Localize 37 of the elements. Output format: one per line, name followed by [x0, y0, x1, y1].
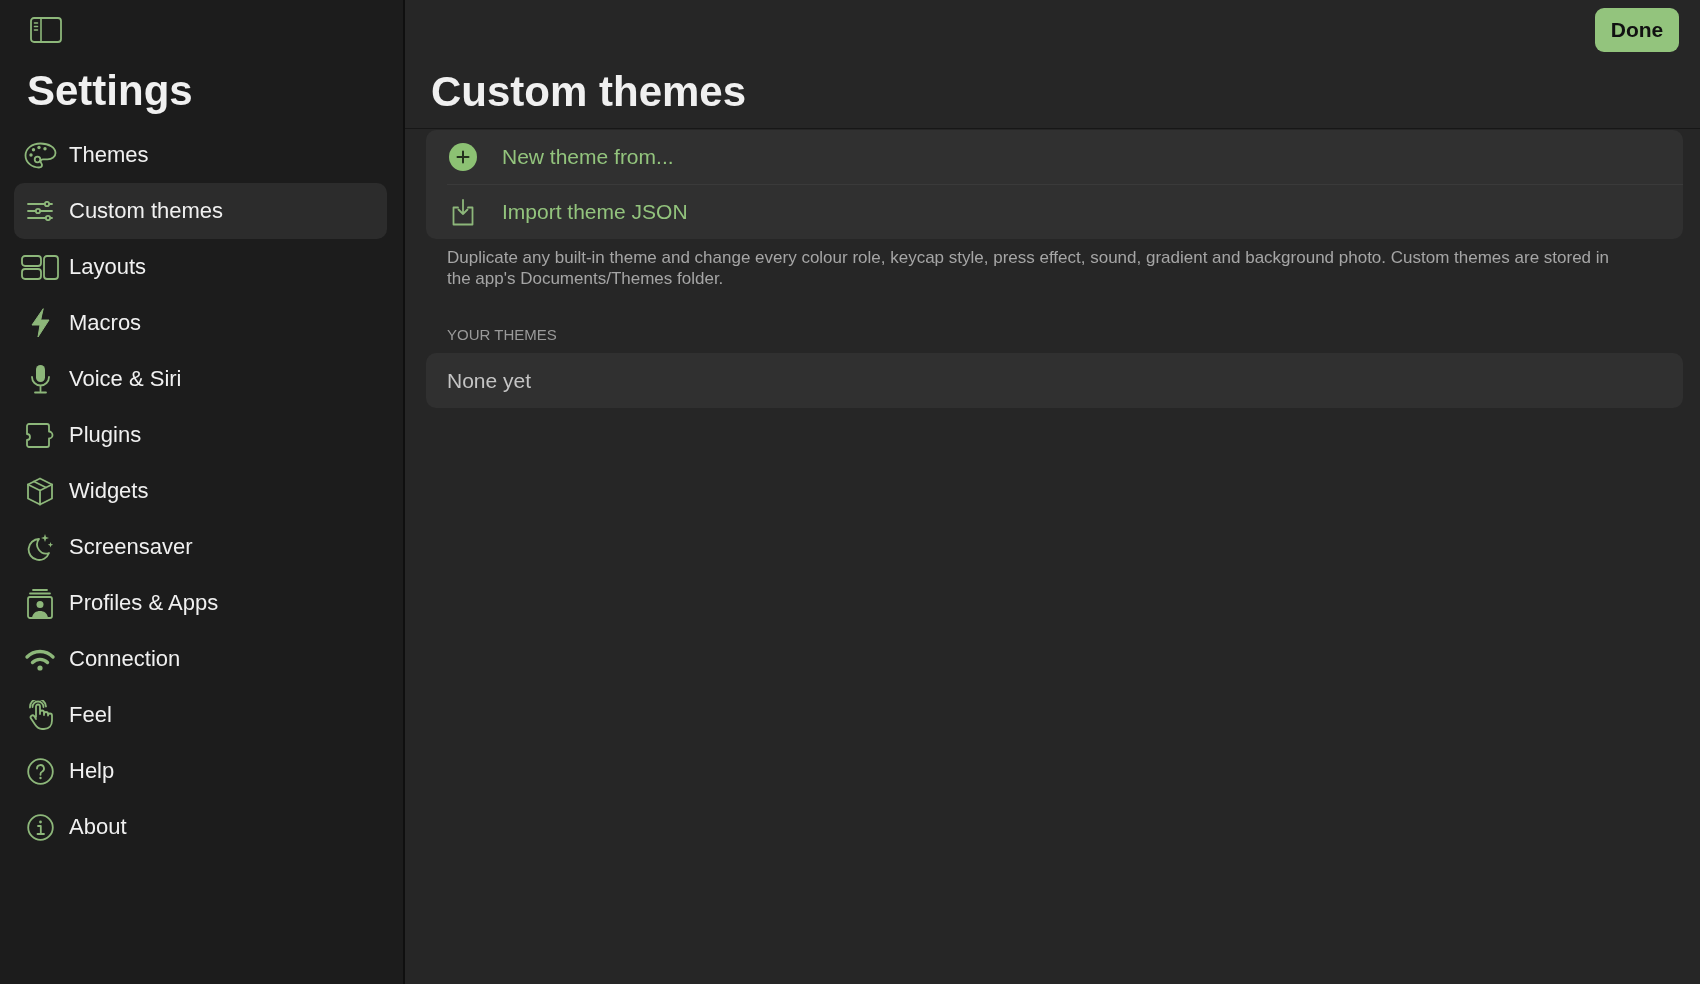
description-text: Duplicate any built-in theme and change every colour role, keycap style, press effect, sound, gradient and background photo. Custom themes are stored in the app's Documents/Themes folder.	[447, 247, 1611, 289]
wifi-icon	[24, 647, 56, 671]
help-icon	[26, 757, 54, 785]
action-row[interactable]: New theme from...	[426, 130, 1683, 184]
sidebar-item[interactable]: Profiles & Apps	[14, 575, 387, 631]
sidebar-item[interactable]: Feel	[14, 687, 387, 743]
sidebar-item[interactable]: About	[14, 799, 387, 855]
sidebar-item[interactable]: Screensaver	[14, 519, 387, 575]
sidebar-item[interactable]: Plugins	[14, 407, 387, 463]
sidebar-item[interactable]: Macros	[14, 295, 387, 351]
sliders-icon	[26, 201, 54, 221]
sidebar-item[interactable]: Widgets	[14, 463, 387, 519]
sidebar-item[interactable]: Connection	[14, 631, 387, 687]
sidebar-item[interactable]: Help	[14, 743, 387, 799]
plus-circle-icon	[449, 143, 477, 171]
lightning-bolt-icon	[29, 308, 51, 338]
empty-state-text: None yet	[447, 368, 532, 393]
info-icon	[26, 813, 54, 841]
sidebar-item[interactable]: Custom themes	[14, 183, 387, 239]
puzzle-piece-icon	[25, 421, 55, 449]
done-button[interactable]: Done	[1595, 8, 1679, 52]
page-title: Custom themes	[431, 67, 747, 117]
palette-icon	[23, 141, 57, 169]
sidebar-item[interactable]: Voice & Siri	[14, 351, 387, 407]
sidebar-title: Settings	[27, 66, 193, 116]
section-heading: YOUR THEMES	[447, 325, 557, 345]
pointing-hand-icon	[26, 700, 54, 730]
panels-icon	[21, 254, 59, 280]
sidebar-item[interactable]: Themes	[14, 127, 387, 183]
sidebar-item[interactable]: Layouts	[14, 239, 387, 295]
cube-icon	[26, 476, 54, 506]
portrait-stack-icon	[26, 587, 54, 619]
sidebar-toggle-icon[interactable]	[30, 17, 62, 43]
action-row[interactable]: Import theme JSON	[426, 185, 1683, 239]
tray-arrow-icon	[450, 198, 476, 226]
moon-stars-icon	[26, 533, 54, 561]
microphone-icon	[29, 364, 51, 394]
